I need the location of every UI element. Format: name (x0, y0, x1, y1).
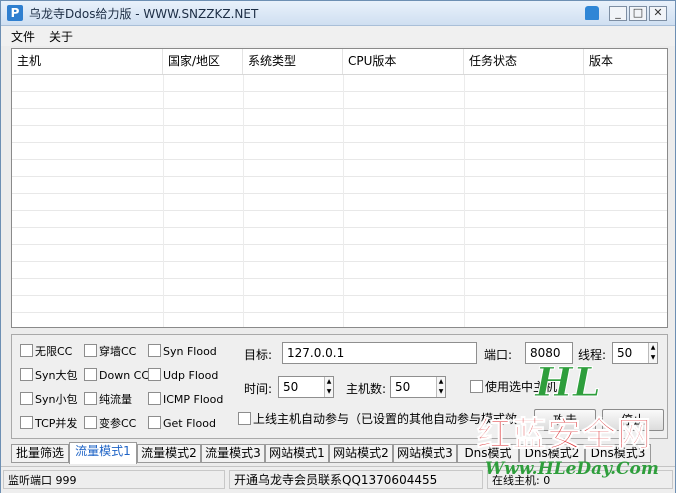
status-contact: 开通乌龙寺会员联系QQ1370604455 (229, 470, 483, 489)
tab-traffic-mode-2[interactable]: 流量模式2 (137, 444, 201, 463)
menu-file[interactable]: 文件 (11, 28, 35, 45)
maximize-button[interactable]: □ (629, 6, 647, 21)
watermark-url: Www.HLeDay.Com (485, 459, 659, 479)
option-get-flood[interactable]: Get Flood (148, 415, 216, 433)
checkbox-icon (84, 416, 97, 429)
option-label: Udp Flood (163, 369, 219, 382)
col-task-status[interactable]: 任务状态 (464, 49, 584, 74)
time-label: 时间: (244, 382, 273, 396)
col-version[interactable]: 版本 (584, 49, 667, 74)
checkbox-icon (148, 368, 161, 381)
option-label: Syn小包 (35, 393, 78, 406)
col-os[interactable]: 系统类型 (243, 49, 343, 74)
col-country[interactable]: 国家/地区 (163, 49, 243, 74)
hosts-stepper[interactable]: 50 ▲ ▼ (390, 376, 446, 398)
tab-traffic-mode-3[interactable]: 流量模式3 (201, 444, 265, 463)
option-label: 无限CC (35, 345, 73, 358)
title-bar[interactable]: P 乌龙寺Ddos给力版 - WWW.SNZZKZ.NET _ □ ✕ (1, 1, 675, 26)
option-label: ICMP Flood (163, 393, 224, 406)
option-icmp-flood[interactable]: ICMP Flood (148, 391, 223, 409)
checkbox-icon (148, 344, 161, 357)
tab-batch-filter[interactable]: 批量筛选 (11, 444, 69, 463)
watermark-hl: HL (535, 359, 602, 407)
col-cpu[interactable]: CPU版本 (343, 49, 464, 74)
target-label: 目标: (244, 348, 273, 362)
option-label: Syn大包 (35, 369, 78, 382)
menu-bar: 文件 关于 (1, 26, 675, 46)
tab-site-mode-3[interactable]: 网站模式3 (393, 444, 457, 463)
divider (343, 75, 344, 327)
option-syn-flood[interactable]: Syn Flood (148, 343, 217, 361)
option-tcp-concurrent[interactable]: TCP并发 (20, 415, 77, 433)
host-list[interactable]: 主机 国家/地区 系统类型 CPU版本 任务状态 版本 (11, 48, 668, 328)
divider (584, 75, 585, 327)
option-label: Get Flood (163, 417, 216, 430)
host-list-header: 主机 国家/地区 系统类型 CPU版本 任务状态 版本 (12, 49, 667, 75)
hosts-label: 主机数: (346, 382, 387, 396)
checkbox-icon (84, 392, 97, 405)
host-list-rows (12, 75, 667, 327)
checkbox-icon (84, 368, 97, 381)
watermark-logo: HL 红蓝安全网 Www.HLeDay.Com (475, 355, 675, 490)
checkbox-icon (20, 392, 33, 405)
divider (464, 75, 465, 327)
option-label: 变参CC (99, 417, 137, 430)
watermark-cn: 红蓝安全网 (477, 415, 652, 456)
spin-arrows-icon[interactable]: ▲ ▼ (436, 377, 445, 397)
option-udp-flood[interactable]: Udp Flood (148, 367, 218, 385)
option-syn-big[interactable]: Syn大包 (20, 367, 77, 385)
hosts-value: 50 (395, 380, 411, 394)
checkbox-icon (20, 416, 33, 429)
divider (243, 75, 244, 327)
spin-arrows-icon[interactable]: ▲ ▼ (324, 377, 333, 397)
time-stepper[interactable]: 50 ▲ ▼ (278, 376, 334, 398)
option-label: Down CC (99, 369, 150, 382)
option-wall-cc[interactable]: 穿墙CC (84, 343, 136, 361)
option-var-cc[interactable]: 变参CC (84, 415, 136, 433)
tab-traffic-mode-1[interactable]: 流量模式1 (69, 442, 137, 464)
checkbox-icon (20, 368, 33, 381)
option-label: 穿墙CC (99, 345, 137, 358)
option-label: 纯流量 (99, 393, 132, 406)
option-pure-traffic[interactable]: 纯流量 (84, 391, 132, 409)
menu-about[interactable]: 关于 (49, 28, 73, 45)
option-down-cc[interactable]: Down CC (84, 367, 149, 385)
checkbox-icon (148, 416, 161, 429)
checkbox-icon (84, 344, 97, 357)
status-port: 监听端口 999 (3, 470, 225, 489)
checkbox-icon (20, 344, 33, 357)
app-icon: P (7, 5, 23, 21)
tshirt-icon[interactable] (585, 6, 599, 20)
window-title: 乌龙寺Ddos给力版 - WWW.SNZZKZ.NET (29, 7, 259, 21)
close-button[interactable]: ✕ (649, 6, 667, 21)
option-unlimited-cc[interactable]: 无限CC (20, 343, 72, 361)
time-value: 50 (283, 380, 299, 394)
tab-site-mode-2[interactable]: 网站模式2 (329, 444, 393, 463)
minimize-button[interactable]: _ (609, 6, 627, 21)
option-label: Syn Flood (163, 345, 217, 358)
tab-site-mode-1[interactable]: 网站模式1 (265, 444, 329, 463)
option-syn-small[interactable]: Syn小包 (20, 391, 77, 409)
checkbox-icon (238, 412, 251, 425)
divider (163, 75, 164, 327)
col-host[interactable]: 主机 (12, 49, 163, 74)
checkbox-icon (148, 392, 161, 405)
option-label: TCP并发 (35, 417, 78, 430)
target-input[interactable]: 127.0.0.1 (282, 342, 477, 364)
